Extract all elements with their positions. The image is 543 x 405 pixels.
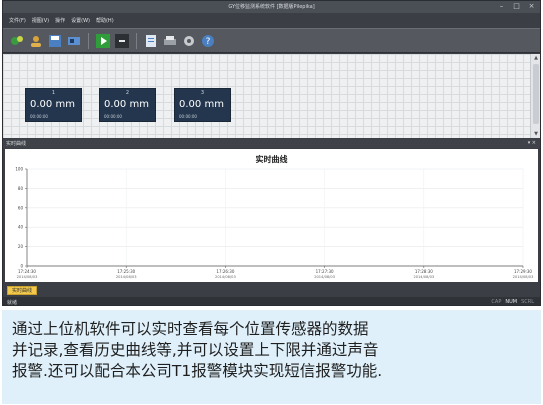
- play-icon: [96, 33, 110, 48]
- start-button[interactable]: [95, 33, 111, 49]
- sensor-time: 00:00:00: [179, 114, 197, 119]
- x-tick-label: 17:26:30: [216, 269, 234, 274]
- y-tick-label: 40: [18, 225, 24, 230]
- y-tick-label: 100: [15, 167, 23, 172]
- sensor-card[interactable]: 1 0.00 mm 00:00:00: [25, 88, 82, 122]
- scroll-up-icon[interactable]: ▲: [533, 55, 539, 61]
- y-tick-label: 20: [18, 244, 24, 249]
- sensor-value: 0.00 mm: [104, 99, 149, 110]
- scroll-thumb[interactable]: [533, 64, 539, 124]
- y-tick-label: 0: [20, 264, 23, 269]
- x-tick-label: 17:28:30: [415, 269, 433, 274]
- chart-panel: 实时曲线 0 20 40 60 80 100 17:24:30 2014/08/03 17:25…: [5, 149, 538, 282]
- menu-bar: 文件(F) 视图(V) 操作 设置(W) 帮助(H): [3, 14, 540, 26]
- help-button[interactable]: ?: [200, 33, 216, 49]
- tab-strip: 实时曲线: [3, 284, 540, 297]
- menu-file[interactable]: 文件(F): [9, 17, 26, 24]
- num-indicator: NUM: [505, 299, 518, 305]
- stop-icon: [115, 33, 129, 48]
- device-icon: [68, 36, 80, 45]
- x-tick-date: 2014/08/03: [413, 275, 434, 279]
- scroll-down-icon[interactable]: ▼: [533, 131, 539, 137]
- menu-help[interactable]: 帮助(H): [96, 17, 114, 24]
- menu-view[interactable]: 视图(V): [32, 17, 49, 24]
- status-indicators: CAP NUM SCRL: [491, 299, 534, 305]
- menu-operate[interactable]: 操作: [55, 17, 65, 24]
- svg-text:?: ?: [206, 37, 211, 47]
- x-tick-label: 17:29:30: [514, 269, 532, 274]
- chart-panel-label: 实时曲线: [6, 141, 27, 147]
- x-tick-date: 2014/08/03: [17, 275, 38, 279]
- settings-icon: [184, 35, 194, 46]
- tab-realtime-curve[interactable]: 实时曲线: [7, 286, 38, 295]
- window-controls: – □ ×: [497, 2, 536, 11]
- save-button[interactable]: [47, 33, 63, 49]
- sensor-time: 00:00:00: [104, 114, 122, 119]
- panel-controls[interactable]: ▾ ×: [528, 140, 536, 146]
- toolbar: ?: [3, 28, 540, 53]
- x-tick-label: 17:24:30: [18, 269, 36, 274]
- sensor-number: 3: [200, 90, 205, 96]
- maximize-button[interactable]: □: [512, 2, 521, 11]
- scrl-indicator: SCRL: [521, 299, 534, 305]
- device-button[interactable]: [66, 33, 82, 49]
- x-tick-label: 17:27:30: [316, 269, 334, 274]
- sensor-time: 00:00:00: [30, 114, 48, 119]
- sensor-value: 0.00 mm: [30, 99, 75, 110]
- app-window: GY位移监测系统软件 [数据版Pilepika] – □ × 文件(F) 视图(…: [2, 0, 541, 306]
- vertical-scrollbar[interactable]: ▲ ▼: [530, 54, 540, 138]
- x-tick-date: 2014/08/03: [116, 275, 137, 279]
- save-icon: [49, 34, 61, 47]
- user-button[interactable]: [28, 33, 44, 49]
- export-button[interactable]: [143, 33, 159, 49]
- realtime-chart: 02040608010017:24:302014/08/0317:25:3020…: [15, 167, 534, 280]
- sensor-layout-area: [3, 54, 530, 138]
- x-tick-date: 2014/08/03: [314, 275, 335, 279]
- connect-icon: [11, 35, 23, 45]
- status-text: 就绪: [7, 300, 18, 306]
- minimize-button[interactable]: –: [497, 2, 506, 11]
- connect-button[interactable]: [9, 33, 25, 49]
- toolbar-separator: [136, 32, 137, 49]
- sensor-number: 1: [51, 90, 56, 96]
- sensor-card[interactable]: 2 0.00 mm 00:00:00: [99, 88, 156, 122]
- caption-text: 通过上位机软件可以实时查看每个位置传感器的数据 并记录,查看历史曲线等,并可以设…: [12, 320, 383, 380]
- print-button[interactable]: [162, 33, 178, 49]
- x-tick-date: 2014/08/03: [215, 275, 236, 279]
- chart-panel-header: 实时曲线 ▾ ×: [3, 139, 540, 148]
- help-icon: ?: [202, 34, 214, 47]
- user-icon: [31, 35, 41, 47]
- x-tick-label: 17:25:30: [117, 269, 135, 274]
- export-icon: [146, 34, 156, 47]
- caption-box: 通过上位机软件可以实时查看每个位置传感器的数据 并记录,查看历史曲线等,并可以设…: [2, 310, 541, 404]
- print-icon: [164, 35, 176, 45]
- status-bar: 就绪 CAP NUM SCRL: [3, 297, 540, 306]
- sensor-number: 2: [125, 90, 130, 96]
- sensor-value: 0.00 mm: [179, 99, 224, 110]
- close-button[interactable]: ×: [527, 2, 536, 11]
- toolbar-separator: [88, 32, 89, 49]
- title-bar: GY位移监测系统软件 [数据版Pilepika] – □ ×: [3, 1, 540, 13]
- x-tick-date: 2014/08/03: [513, 275, 534, 279]
- y-tick-label: 60: [18, 205, 24, 210]
- menu-settings[interactable]: 设置(W): [71, 17, 90, 24]
- window-title: GY位移监测系统软件 [数据版Pilepika]: [228, 4, 315, 10]
- cap-indicator: CAP: [491, 299, 502, 305]
- sensor-card[interactable]: 3 0.00 mm 00:00:00: [174, 88, 231, 122]
- settings-button[interactable]: [181, 33, 197, 49]
- y-tick-label: 80: [18, 186, 24, 191]
- stop-button[interactable]: [114, 33, 130, 49]
